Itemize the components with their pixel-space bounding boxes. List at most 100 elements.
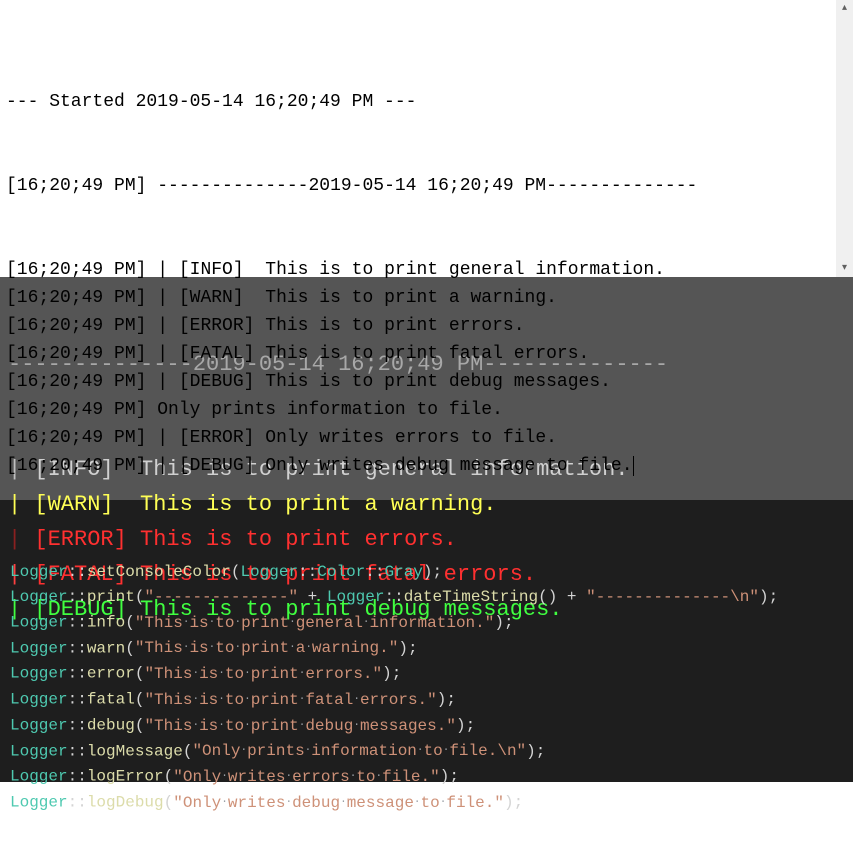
- console-message: This is to print errors.: [127, 527, 457, 552]
- scope-operator: ::: [68, 717, 87, 735]
- log-tag: [INFO]: [179, 260, 255, 280]
- scope-operator: ::: [68, 691, 87, 709]
- code-token: ::: [298, 563, 317, 581]
- code-line[interactable]: Logger::warn("This·is·to·print·a·warning…: [10, 636, 843, 662]
- log-message: This is to print errors.: [254, 316, 524, 336]
- code-token: +: [557, 588, 586, 606]
- paren-open: (: [183, 742, 193, 760]
- log-message: This is to print fatal errors.: [254, 344, 589, 364]
- paren-close: ): [440, 768, 450, 786]
- code-string: "Only·writes·debug·message·to·file.": [173, 794, 504, 812]
- code-token: ::: [365, 563, 384, 581]
- log-tag: [WARN]: [179, 288, 255, 308]
- semicolon: ;: [449, 768, 459, 786]
- code-line[interactable]: Logger::logDebug("Only·writes·debug·mess…: [10, 790, 843, 816]
- code-function: info: [87, 614, 125, 632]
- log-message: This is to print debug messages.: [254, 372, 610, 392]
- paren-close: ): [398, 639, 408, 657]
- scope-operator: ::: [68, 588, 87, 606]
- log-timestamp: [16;20;49 PM]: [6, 288, 146, 308]
- paren-open: (: [125, 614, 135, 632]
- code-function: warn: [87, 639, 125, 657]
- log-timestamp: [16;20;49 PM]: [6, 372, 146, 392]
- scroll-down-button[interactable]: ▾: [836, 260, 853, 277]
- log-pipe: |: [146, 260, 178, 280]
- paren-open: (: [164, 794, 174, 812]
- code-string: "--------------\n": [586, 588, 759, 606]
- scope-operator: ::: [68, 614, 87, 632]
- code-string: "This·is·to·print·errors.": [144, 665, 382, 683]
- paren-close: ): [382, 665, 392, 683]
- code-string: "This·is·to·print·general·information.": [135, 614, 495, 632]
- code-token: Color: [317, 563, 365, 581]
- text-log-panel: ▴ ▾ --- Started 2019-05-14 16;20;49 PM -…: [0, 0, 853, 277]
- code-string: "--------------": [144, 588, 298, 606]
- code-line[interactable]: Logger::print("--------------" + Logger:…: [10, 585, 843, 610]
- scope-operator: ::: [68, 563, 87, 581]
- code-token: +: [298, 588, 327, 606]
- code-function: setConsoleColor: [87, 563, 231, 581]
- semicolon: ;: [504, 614, 514, 632]
- code-string: "Only·prints·information·to·file.\n": [192, 742, 526, 760]
- log-message: Only writes errors to file.: [254, 428, 556, 448]
- scrollbar-track[interactable]: ▴ ▾: [836, 0, 853, 277]
- semicolon: ;: [392, 665, 402, 683]
- log-pipe: [146, 400, 157, 420]
- code-line[interactable]: Logger::logError("Only·writes·errors·to·…: [10, 764, 843, 790]
- code-function: fatal: [87, 691, 135, 709]
- log-tag: [DEBUG]: [179, 456, 255, 476]
- log-start-line: --- Started 2019-05-14 16;20;49 PM ---: [6, 88, 847, 116]
- code-class: Logger: [10, 768, 68, 786]
- code-string: "This·is·to·print·a·warning.": [135, 639, 399, 657]
- paren-close: ): [504, 794, 514, 812]
- log-line: [16;20;49 PM] | [WARN] This is to print …: [6, 284, 847, 312]
- code-token: Logger: [327, 588, 385, 606]
- scroll-up-button[interactable]: ▴: [836, 0, 853, 17]
- log-line: [16;20;49 PM] | [DEBUG] This is to print…: [6, 368, 847, 396]
- log-timestamp: [16;20;49 PM]: [6, 428, 146, 448]
- code-line[interactable]: Logger::debug("This·is·to·print·debug·me…: [10, 713, 843, 739]
- paren-close: ): [423, 563, 433, 581]
- log-pipe: |: [146, 456, 178, 476]
- log-line: [16;20;49 PM] Only prints information to…: [6, 396, 847, 424]
- code-line[interactable]: Logger::setConsoleColor(Logger::Color::G…: [10, 560, 843, 585]
- code-function: debug: [87, 717, 135, 735]
- code-line[interactable]: Logger::info("This·is·to·print·general·i…: [10, 610, 843, 636]
- log-pipe: |: [146, 288, 178, 308]
- code-class: Logger: [10, 794, 68, 812]
- paren-open: (: [135, 691, 145, 709]
- log-tag: [ERROR]: [179, 316, 255, 336]
- code-token: ::: [384, 588, 403, 606]
- code-line[interactable]: Logger::error("This·is·to·print·errors."…: [10, 661, 843, 687]
- code-string: "Only·writes·errors·to·file.": [173, 768, 439, 786]
- scope-operator: ::: [68, 639, 87, 657]
- code-token: dateTimeString: [404, 588, 538, 606]
- log-message: This is to print general information.: [254, 260, 664, 280]
- log-tag: [DEBUG]: [179, 372, 255, 392]
- semicolon: ;: [536, 742, 546, 760]
- log-timestamp: [16;20;49 PM]: [6, 400, 146, 420]
- log-timestamp: [16;20;49 PM]: [6, 344, 146, 364]
- code-class: Logger: [10, 614, 68, 632]
- scope-operator: ::: [68, 742, 87, 760]
- scope-operator: ::: [68, 768, 87, 786]
- log-header-line: [16;20;49 PM] --------------2019-05-14 1…: [6, 172, 847, 200]
- code-function: print: [87, 588, 135, 606]
- scope-operator: ::: [68, 665, 87, 683]
- log-pipe: |: [146, 428, 178, 448]
- code-class: Logger: [10, 563, 68, 581]
- semicolon: ;: [433, 563, 443, 581]
- log-pipe: |: [146, 372, 178, 392]
- paren-open: (: [135, 717, 145, 735]
- semicolon: ;: [466, 717, 476, 735]
- code-string: "This·is·to·print·debug·messages.": [144, 717, 456, 735]
- log-timestamp: [16;20;49 PM]: [6, 260, 146, 280]
- log-tag: [ERROR]: [179, 428, 255, 448]
- semicolon: ;: [514, 794, 524, 812]
- log-line: [16;20;49 PM] | [ERROR] Only writes erro…: [6, 424, 847, 452]
- code-line[interactable]: Logger::logMessage("Only·prints·informat…: [10, 739, 843, 765]
- console-tag: [ERROR]: [34, 527, 126, 552]
- code-line[interactable]: Logger::fatal("This·is·to·print·fatal·er…: [10, 687, 843, 713]
- log-tag: [FATAL]: [179, 344, 255, 364]
- log-line: [16;20;49 PM] | [ERROR] This is to print…: [6, 312, 847, 340]
